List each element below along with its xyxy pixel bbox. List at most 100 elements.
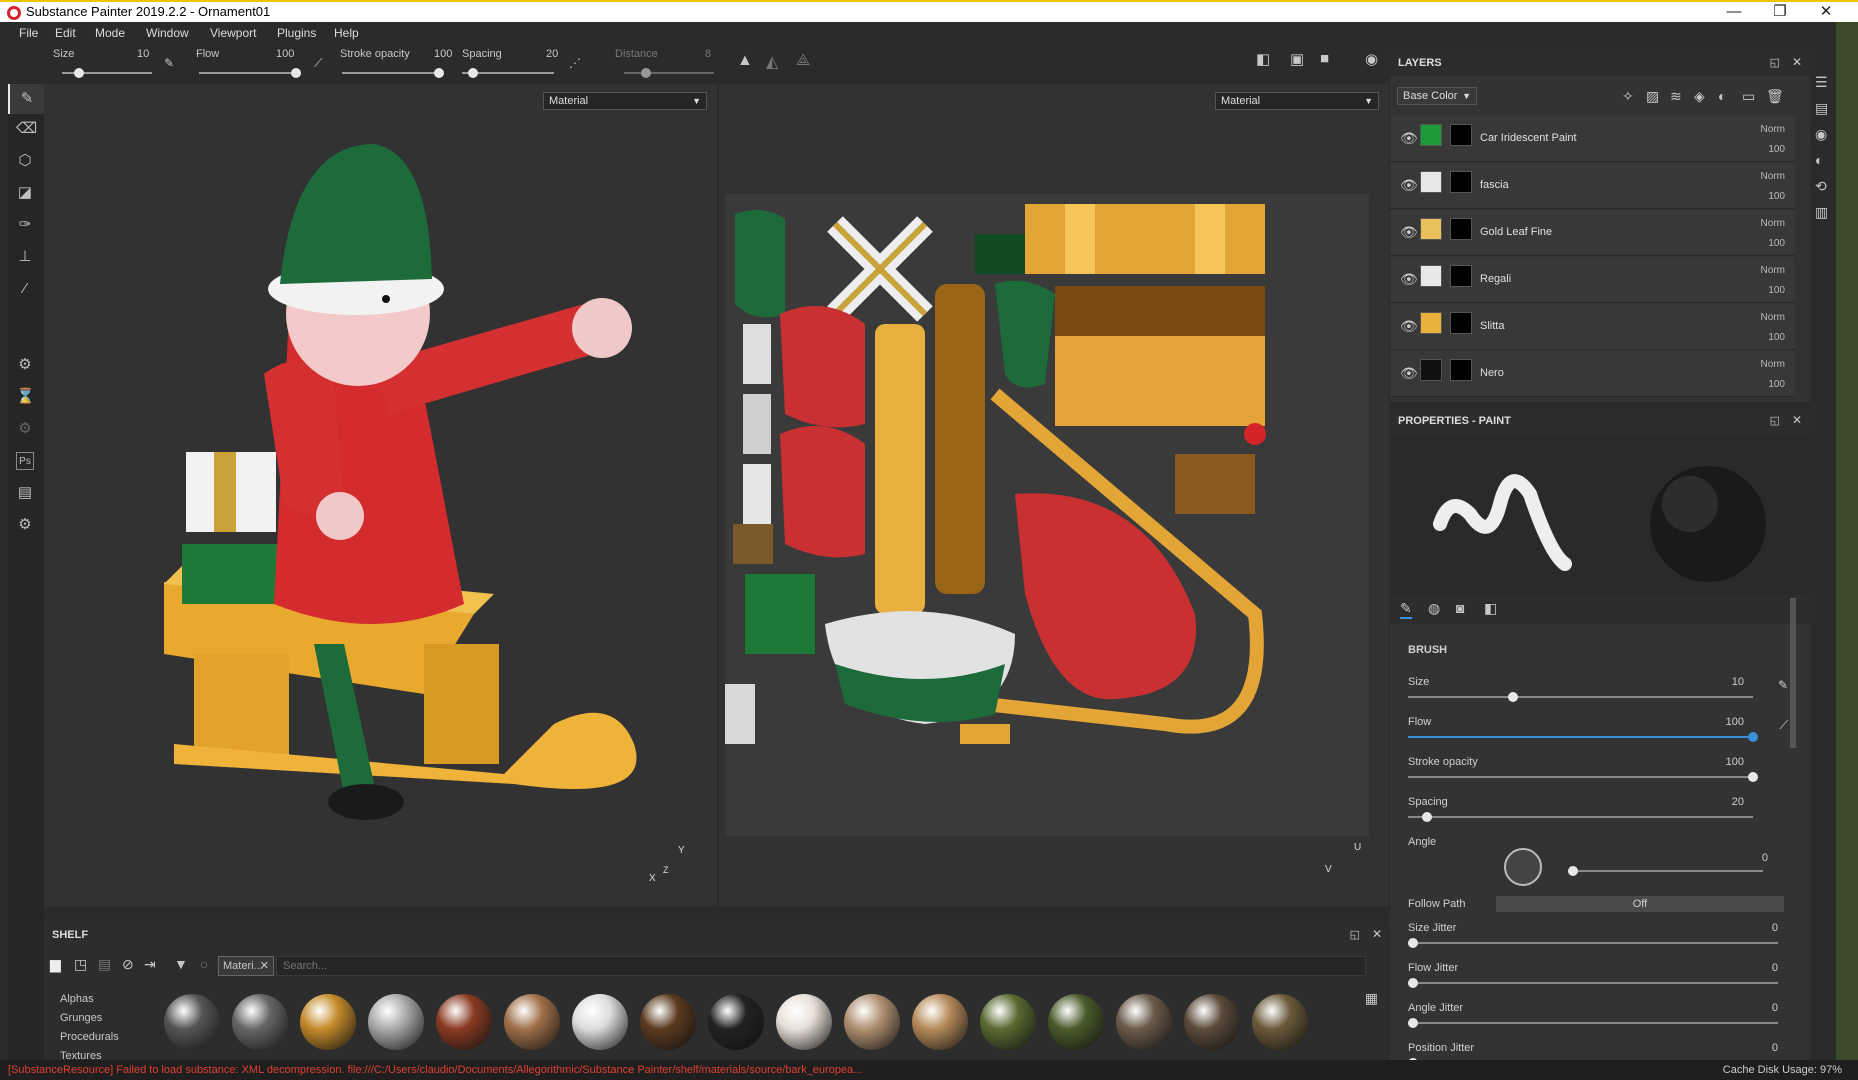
display-mode-icon[interactable]: ▣ <box>1290 50 1304 68</box>
menu-file[interactable]: File <box>19 26 38 40</box>
layer-row[interactable]: 👁 Regali Norm 100 <box>1390 257 1795 303</box>
shelf-material-thumbnail[interactable] <box>912 994 968 1050</box>
stroke-opacity-slider[interactable] <box>342 68 444 78</box>
position-jitter-value[interactable]: 0 <box>1772 1042 1778 1054</box>
menu-mode[interactable]: Mode <box>95 26 125 40</box>
shelf-material-thumbnail[interactable] <box>1184 994 1240 1050</box>
shelf-material-thumbnail[interactable] <box>980 994 1036 1050</box>
menu-viewport[interactable]: Viewport <box>210 26 256 40</box>
import-icon[interactable]: ⇥ <box>144 956 156 973</box>
spacing-slider[interactable] <box>462 68 554 78</box>
photoshop-export-icon[interactable]: Ps <box>16 452 34 470</box>
flow-value[interactable]: 100 <box>276 48 294 60</box>
layer-name[interactable]: Car Iridescent Paint <box>1480 132 1577 144</box>
tab-stencil-icon[interactable]: ◙ <box>1456 600 1464 616</box>
visibility-eye-icon[interactable]: 👁 <box>1400 224 1418 241</box>
layer-name[interactable]: Nero <box>1480 367 1504 379</box>
flow-jitter-control[interactable]: Flow Jitter 0 <box>1408 962 1788 988</box>
brush-angle-control[interactable]: Angle 0 <box>1408 836 1788 886</box>
layer-name[interactable]: Gold Leaf Fine <box>1480 226 1552 238</box>
shelf-material-thumbnail[interactable] <box>164 994 220 1050</box>
tab-material-icon[interactable]: ◧ <box>1484 600 1497 617</box>
panel-close-icon[interactable]: ✕ <box>1792 55 1802 69</box>
follow-path-control[interactable]: Follow Path Off <box>1408 896 1788 918</box>
layer-mask-thumbnail[interactable] <box>1450 171 1472 193</box>
shelf-category-alphas[interactable]: Alphas <box>60 990 150 1009</box>
resources-icon[interactable]: ⚙ <box>16 516 34 534</box>
screenshot-icon[interactable]: ◉ <box>1365 50 1378 68</box>
color-picker-icon[interactable]: ⁄ <box>16 280 34 298</box>
layer-opacity[interactable]: 100 <box>1768 144 1785 155</box>
panel-close-icon[interactable]: ✕ <box>1792 413 1802 427</box>
visibility-eye-icon[interactable]: 👁 <box>1400 318 1418 335</box>
texture-set-settings-icon[interactable]: ▤ <box>1815 100 1828 117</box>
brush-size-value[interactable]: 10 <box>1732 676 1744 688</box>
export-textures-icon[interactable]: ▤ <box>16 484 34 502</box>
layer-mask-thumbnail[interactable] <box>1450 124 1472 146</box>
shelf-material-thumbnail[interactable] <box>1252 994 1308 1050</box>
angle-jitter-value[interactable]: 0 <box>1772 1002 1778 1014</box>
visibility-eye-icon[interactable]: 👁 <box>1400 130 1418 147</box>
layer-row[interactable]: 👁 Gold Leaf Fine Norm 100 <box>1390 210 1795 256</box>
properties-scrollbar[interactable] <box>1790 598 1796 748</box>
add-mask-icon[interactable]: ▨ <box>1646 88 1659 105</box>
tab-alpha-icon[interactable]: ◍ <box>1428 600 1440 617</box>
shelf-material-thumbnail[interactable] <box>504 994 560 1050</box>
layer-opacity[interactable]: 100 <box>1768 285 1785 296</box>
settings-gear-icon[interactable]: ⚙ <box>16 356 34 374</box>
blend-mode-dropdown[interactable]: Norm <box>1761 312 1785 323</box>
brush-stroke-opacity-control[interactable]: Stroke opacity 100 <box>1408 756 1788 782</box>
folder-icon[interactable]: ▆ <box>50 956 61 973</box>
flow-slider[interactable] <box>199 68 301 78</box>
grid-view-icon[interactable]: ▦ <box>1365 990 1378 1007</box>
flow-pressure-icon[interactable]: ⟋ <box>1780 718 1788 733</box>
brush-flow-value[interactable]: 100 <box>1726 716 1744 728</box>
angle-jitter-control[interactable]: Angle Jitter 0 <box>1408 1002 1788 1028</box>
add-layer-icon[interactable]: ≋ <box>1670 88 1682 105</box>
blend-mode-dropdown[interactable]: Norm <box>1761 171 1785 182</box>
shelf-category-procedurals[interactable]: Procedurals <box>60 1028 150 1047</box>
log-icon[interactable]: ▥ <box>1815 204 1828 221</box>
layer-mask-thumbnail[interactable] <box>1450 265 1472 287</box>
visibility-eye-icon[interactable]: 👁 <box>1400 365 1418 382</box>
flow-pressure-icon[interactable]: ⟋ <box>314 56 322 71</box>
menu-edit[interactable]: Edit <box>55 26 76 40</box>
shader-settings-icon[interactable]: ◐ <box>1815 152 1823 168</box>
size-value[interactable]: 10 <box>137 48 149 60</box>
layer-row[interactable]: 👁 fascia Norm 100 <box>1390 163 1795 209</box>
display-settings-icon[interactable]: ◉ <box>1815 126 1827 143</box>
shelf-material-thumbnail[interactable] <box>572 994 628 1050</box>
layer-name[interactable]: Slitta <box>1480 320 1504 332</box>
add-smart-material-icon[interactable]: ◐ <box>1718 88 1726 104</box>
panel-float-icon[interactable]: ◱ <box>1770 56 1780 69</box>
spacing-value[interactable]: 20 <box>546 48 558 60</box>
blend-mode-dropdown[interactable]: Norm <box>1761 124 1785 135</box>
viewport-2d-uv[interactable]: Material ▼ U V <box>719 84 1389 906</box>
save-icon[interactable]: ▤ <box>98 956 111 973</box>
menu-window[interactable]: Window <box>146 26 189 40</box>
layer-row[interactable]: 👁 Nero Norm 100 <box>1390 351 1795 397</box>
stroke-opacity-value[interactable]: 100 <box>434 48 452 60</box>
texture-set-list-icon[interactable]: ☰ <box>1815 74 1828 91</box>
size-jitter-control[interactable]: Size Jitter 0 <box>1408 922 1788 948</box>
layer-name[interactable]: Regali <box>1480 273 1511 285</box>
shelf-material-thumbnail[interactable] <box>436 994 492 1050</box>
position-jitter-control[interactable]: Position Jitter 0 <box>1408 1042 1788 1068</box>
lazy-mouse-icon[interactable]: ⋰ <box>569 56 581 70</box>
smudge-icon[interactable]: ✑ <box>16 216 34 234</box>
size-slider[interactable] <box>62 68 152 78</box>
brush-spacing-control[interactable]: Spacing 20 <box>1408 796 1788 822</box>
brush-angle-value[interactable]: 0 <box>1762 852 1768 864</box>
symmetry-axis-icon[interactable]: ⟁ <box>796 52 810 70</box>
restore-button[interactable]: ❐ <box>1757 2 1803 24</box>
shelf-material-thumbnail[interactable] <box>640 994 696 1050</box>
distance-slider[interactable] <box>624 68 714 78</box>
size-pressure-icon[interactable]: ✎ <box>1778 678 1788 692</box>
symmetry-mirror-icon[interactable]: ◭ <box>766 52 778 72</box>
layer-mask-thumbnail[interactable] <box>1450 359 1472 381</box>
layer-mask-thumbnail[interactable] <box>1450 312 1472 334</box>
split-view-icon[interactable]: ◧ <box>1256 50 1270 68</box>
brush-stroke-opacity-value[interactable]: 100 <box>1726 756 1744 768</box>
shelf-material-thumbnail[interactable] <box>1048 994 1104 1050</box>
menu-help[interactable]: Help <box>334 26 359 40</box>
